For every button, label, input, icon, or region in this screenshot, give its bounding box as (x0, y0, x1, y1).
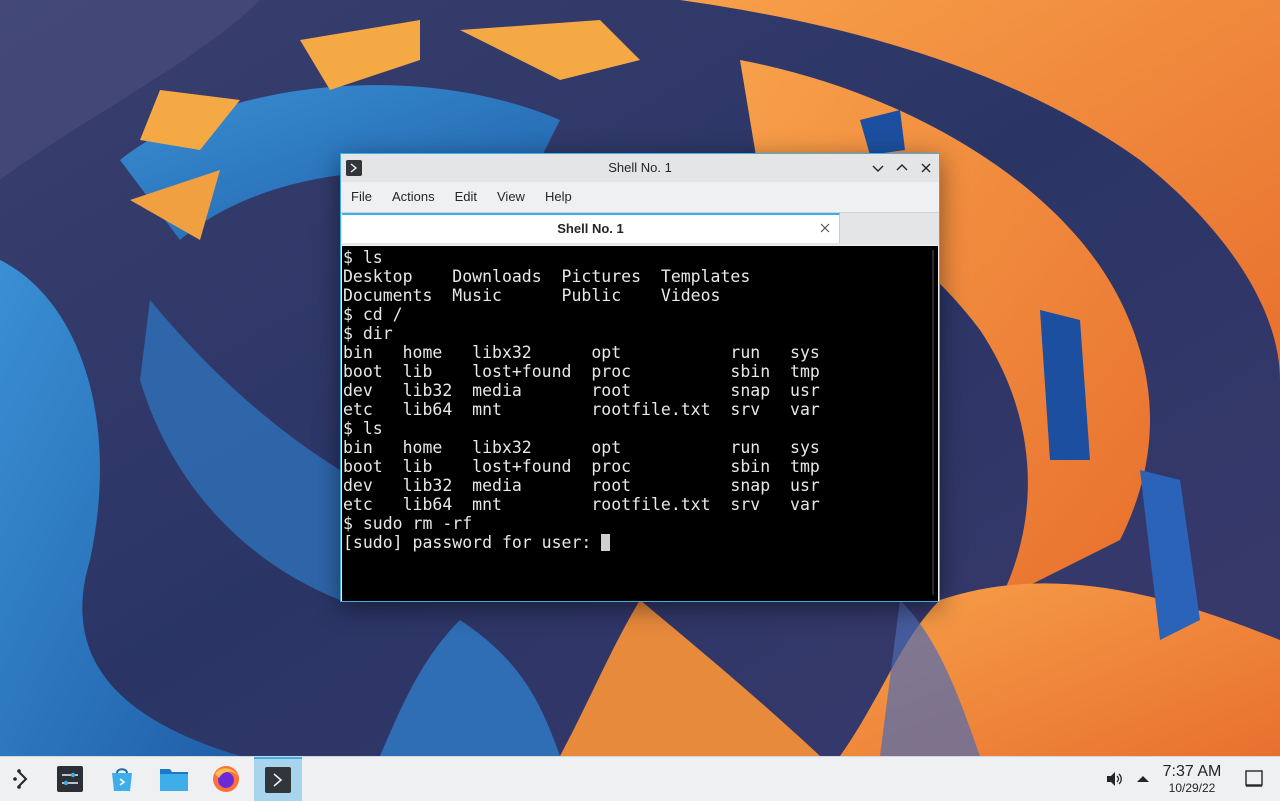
taskbar-konsole[interactable] (254, 757, 302, 801)
terminal-line: dev lib32 media root snap usr (343, 476, 820, 495)
konsole-window[interactable]: Shell No. 1 File Actions Edit View Help … (340, 153, 940, 602)
clock-time: 7:37 AM (1162, 763, 1222, 780)
firefox-icon (213, 766, 239, 792)
menu-help[interactable]: Help (535, 182, 582, 212)
tab-close-icon[interactable] (819, 222, 831, 234)
terminal-line: Documents Music Public Videos (343, 286, 721, 305)
taskbar-system-settings[interactable] (48, 757, 92, 801)
discover-store-icon (112, 768, 132, 791)
terminal-view[interactable]: $ ls Desktop Downloads Pictures Template… (342, 246, 938, 601)
taskbar-file-manager[interactable] (152, 757, 196, 801)
terminal-line: $ dir (343, 324, 393, 343)
terminal-line: etc lib64 mnt rootfile.txt srv var (343, 495, 820, 514)
terminal-output: $ ls Desktop Downloads Pictures Template… (342, 246, 938, 552)
tab-shell-1[interactable]: Shell No. 1 (342, 213, 840, 243)
application-launcher-icon (13, 769, 28, 789)
tray-expand-icon[interactable] (1133, 769, 1153, 789)
menu-file[interactable]: File (341, 182, 382, 212)
clock[interactable]: 7:37 AM 10/29/22 (1152, 763, 1232, 795)
taskbar-firefox[interactable] (204, 757, 248, 801)
menu-actions[interactable]: Actions (382, 182, 445, 212)
volume-icon[interactable] (1104, 769, 1124, 789)
terminal-line: boot lib lost+found proc sbin tmp (343, 362, 820, 381)
chevron-down-icon (872, 165, 884, 172)
terminal-line: boot lib lost+found proc sbin tmp (343, 457, 820, 476)
terminal-line: bin home libx32 opt run sys (343, 343, 820, 362)
chevron-up-icon (896, 164, 908, 171)
minimize-button[interactable] (869, 159, 887, 177)
application-launcher[interactable] (0, 757, 44, 801)
menu-view[interactable]: View (487, 182, 535, 212)
terminal-line: [sudo] password for user: (343, 533, 602, 552)
konsole-icon (265, 767, 291, 793)
tab-bar: Shell No. 1 (341, 212, 939, 245)
terminal-line: dev lib32 media root snap usr (343, 381, 820, 400)
menu-edit[interactable]: Edit (445, 182, 487, 212)
terminal-line: $ cd / (343, 305, 403, 324)
window-title: Shell No. 1 (608, 160, 672, 175)
terminal-line: etc lib64 mnt rootfile.txt srv var (343, 400, 820, 419)
system-settings-icon (57, 766, 83, 792)
terminal-line: $ sudo rm -rf (343, 514, 473, 533)
terminal-line: Desktop Downloads Pictures Templates (343, 267, 751, 286)
show-desktop-icon[interactable] (1244, 769, 1264, 789)
close-icon (921, 163, 931, 173)
file-manager-icon (160, 769, 188, 791)
terminal-line: $ ls (343, 248, 383, 267)
close-button[interactable] (917, 159, 935, 177)
taskbar-discover[interactable] (100, 757, 144, 801)
taskbar: 7:37 AM 10/29/22 (0, 756, 1280, 801)
terminal-line: bin home libx32 opt run sys (343, 438, 820, 457)
window-titlebar[interactable]: Shell No. 1 (341, 154, 939, 182)
clock-date: 10/29/22 (1168, 781, 1216, 795)
terminal-scrollbar[interactable] (932, 250, 934, 595)
terminal-cursor (601, 534, 611, 551)
menu-bar: File Actions Edit View Help (341, 182, 939, 212)
maximize-button[interactable] (893, 159, 911, 177)
terminal-line: $ ls (343, 419, 383, 438)
tab-label: Shell No. 1 (557, 221, 624, 236)
